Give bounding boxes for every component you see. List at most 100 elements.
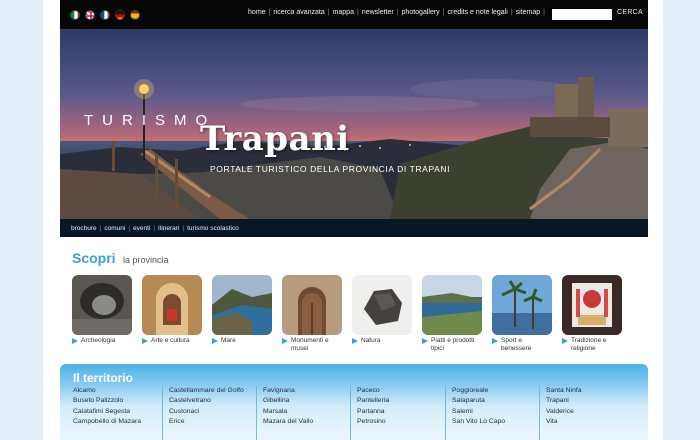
category-label[interactable]: Natura <box>352 337 412 345</box>
arrow-right-icon <box>72 338 78 344</box>
category-card[interactable]: Arte e cultura <box>142 275 202 345</box>
nav-separator: | <box>356 9 359 16</box>
french-flag-icon[interactable] <box>100 10 110 20</box>
territorio-column: Poggioreale Salaparuta Salemi San Vito Lo C… <box>445 386 505 440</box>
town-link[interactable]: Favignana <box>263 386 313 396</box>
category-label-text: Tradizione e religione <box>571 337 607 352</box>
category-card[interactable]: Archeologia <box>72 275 132 345</box>
category-label[interactable]: Archeologia <box>72 337 132 345</box>
category-label-text: Sport e benessere <box>501 337 532 352</box>
hero-title-turismo: TURISMO <box>84 112 217 129</box>
sub-nav-itinerari[interactable]: itinerari <box>158 225 179 232</box>
category-card[interactable]: Piatti e prodotti tipici <box>422 275 482 353</box>
category-label[interactable]: Tradizione e religione <box>562 337 622 353</box>
town-link[interactable]: Salaparuta <box>452 396 505 406</box>
scopri-title: Scopri <box>72 250 116 266</box>
town-link[interactable]: Pantelleria <box>357 396 389 406</box>
arrow-right-icon <box>282 338 288 344</box>
town-link[interactable]: Trapani <box>546 396 582 406</box>
sub-nav-brochure[interactable]: brochure <box>71 225 97 232</box>
category-label[interactable]: Arte e cultura <box>142 337 202 345</box>
category-card[interactable]: Monumenti e musei <box>282 275 342 353</box>
nav-separator: | <box>128 225 131 232</box>
category-label-text: Natura <box>361 337 381 344</box>
search-button[interactable]: CERCA <box>617 9 643 16</box>
town-link[interactable]: Marsala <box>263 407 313 417</box>
category-card[interactable]: Mare <box>212 275 272 345</box>
category-card[interactable]: Sport e benessere <box>492 275 552 353</box>
town-link[interactable]: Castelvetrano <box>169 396 244 406</box>
town-link[interactable]: Partanna <box>357 407 389 417</box>
nav-separator: | <box>442 9 445 16</box>
top-nav-photogallery[interactable]: photogallery <box>402 9 440 16</box>
cave-photo[interactable] <box>72 275 132 335</box>
arrow-right-icon <box>142 338 148 344</box>
category-label[interactable]: Piatti e prodotti tipici <box>422 337 482 353</box>
hero-title-trapani: Trapani <box>200 119 350 159</box>
town-link[interactable]: Custonaci <box>169 407 244 417</box>
town-link[interactable]: Campobello di Mazara <box>73 417 141 427</box>
arrow-right-icon <box>422 338 428 344</box>
sub-nav-comuni[interactable]: comuni <box>104 225 125 232</box>
uk-flag-icon[interactable] <box>85 10 95 20</box>
town-link[interactable]: Petrosino <box>357 417 389 427</box>
coast-photo[interactable] <box>212 275 272 335</box>
top-nav-mappa[interactable]: mappa <box>333 9 354 16</box>
top-nav-sitemap[interactable]: sitemap <box>516 9 541 16</box>
town-link[interactable]: Erice <box>169 417 244 427</box>
town-link[interactable]: Mazara del Vallo <box>263 417 313 427</box>
nav-separator: | <box>99 225 102 232</box>
town-link[interactable]: Paceco <box>357 386 389 396</box>
town-link[interactable]: Santa Ninfa <box>546 386 582 396</box>
hero-banner: TURISMO Trapani PORTALE TURISTICO DELLA … <box>60 29 648 219</box>
town-link[interactable]: Buseto Palizzolo <box>73 396 141 406</box>
nav-separator: | <box>182 225 185 232</box>
bay-photo[interactable] <box>422 275 482 335</box>
town-link[interactable]: San Vito Lo Capo <box>452 417 505 427</box>
town-link[interactable]: Salemi <box>452 407 505 417</box>
nav-separator: | <box>510 9 513 16</box>
category-label-text: Arte e cultura <box>151 337 190 344</box>
category-label[interactable]: Monumenti e musei <box>282 337 342 353</box>
town-link[interactable]: Valderice <box>546 407 582 417</box>
nav-separator: | <box>153 225 156 232</box>
territorio-column: Paceco Pantelleria Partanna Petrosino <box>350 386 389 440</box>
sub-nav-turismo-scolastico[interactable]: turismo scolastico <box>187 225 239 232</box>
category-label-text: Piatti e prodotti tipici <box>431 337 475 352</box>
door-photo[interactable] <box>282 275 342 335</box>
category-label-text: Archeologia <box>81 337 116 344</box>
territorio-column: Alcamo Buseto Palizzolo Calatafimi Segesta… <box>73 386 141 440</box>
town-link[interactable]: Castellammare del Golfo <box>169 386 244 396</box>
category-label-text: Mare <box>221 337 236 344</box>
secondary-navigation: brochure | comuni | eventi | itinerari | turismo… <box>60 219 648 237</box>
german-flag-icon[interactable] <box>115 10 125 20</box>
palms-photo[interactable] <box>492 275 552 335</box>
top-nav-newsletter[interactable]: newsletter <box>362 9 394 16</box>
chapel-photo[interactable] <box>142 275 202 335</box>
town-link[interactable]: Gibellina <box>263 396 313 406</box>
town-link[interactable]: Calatafimi Segesta <box>73 407 141 417</box>
italian-flag-icon[interactable] <box>70 10 80 20</box>
search-input[interactable] <box>552 9 612 20</box>
category-label[interactable]: Mare <box>212 337 272 345</box>
category-label[interactable]: Sport e benessere <box>492 337 552 353</box>
sub-nav-eventi[interactable]: eventi <box>133 225 150 232</box>
town-link[interactable]: Alcamo <box>73 386 141 396</box>
town-link[interactable]: Vita <box>546 417 582 427</box>
top-nav-credits-e-note-legali[interactable]: credits e note legali <box>448 9 508 16</box>
arrow-right-icon <box>562 338 568 344</box>
category-card[interactable]: Tradizione e religione <box>562 275 622 353</box>
nav-separator: | <box>543 9 545 16</box>
territorio-column: Santa Ninfa Trapani Valderice Vita <box>539 386 582 440</box>
language-flags <box>70 10 140 20</box>
hero-subtitle: PORTALE TURISTICO DELLA PROVINCIA DI TRA… <box>210 164 451 174</box>
spanish-flag-icon[interactable] <box>130 10 140 20</box>
territorio-column: Castellammare del Golfo Castelvetrano Cust… <box>162 386 244 440</box>
nav-separator: | <box>327 9 330 16</box>
town-link[interactable]: Poggioreale <box>452 386 505 396</box>
category-card[interactable]: Natura <box>352 275 412 345</box>
altar-photo[interactable] <box>562 275 622 335</box>
top-nav-home[interactable]: home <box>248 9 266 16</box>
rock-photo[interactable] <box>352 275 412 335</box>
top-nav-ricerca-avanzata[interactable]: ricerca avanzata <box>273 9 324 16</box>
